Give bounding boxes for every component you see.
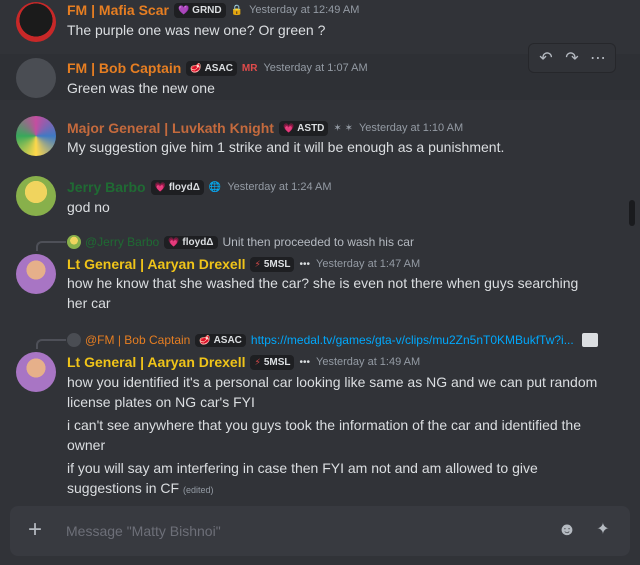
heart-icon: 💗 xyxy=(168,236,180,247)
reply-preview[interactable]: @FM | Bob Captain 🥩 ASAC https://medal.tv… xyxy=(67,333,598,347)
emoji-icon[interactable]: ☻ xyxy=(556,519,578,541)
add-attachment-icon[interactable]: + xyxy=(24,518,46,542)
role-badge: MR xyxy=(241,62,258,74)
username[interactable]: Jerry Barbo xyxy=(67,179,146,195)
server-tag[interactable]: 🥩 ASAC xyxy=(186,60,237,76)
message-mafia-scar: FM | Mafia Scar 💜 GRND 🔒 Yesterday at 12:… xyxy=(0,0,640,44)
globe-icon: 🌐 xyxy=(208,181,222,193)
forward-icon[interactable]: ↷ xyxy=(559,45,585,71)
message-composer: + ☻ ✦ xyxy=(10,506,630,556)
server-tag[interactable]: 💗 ASTD xyxy=(278,120,329,136)
avatar[interactable] xyxy=(16,2,56,42)
image-icon xyxy=(581,333,598,347)
reply-text: Unit then proceeded to wash his car xyxy=(222,235,414,249)
reply-username[interactable]: @Jerry Barbo xyxy=(85,235,159,249)
reply-preview[interactable]: @Jerry Barbo 💗 floydΔ Unit then proceeded… xyxy=(67,235,414,249)
reply-link[interactable]: https://medal.tv/games/gta-v/clips/mu2Zn… xyxy=(251,333,574,347)
message-jerry-barbo: Jerry Barbo 💗 floydΔ 🌐 Yesterday at 1:24 … xyxy=(0,176,640,222)
username[interactable]: Major General | Luvkath Knight xyxy=(67,120,274,136)
message-text: Green was the new one xyxy=(67,80,215,96)
avatar[interactable] xyxy=(16,254,56,294)
reply-username[interactable]: @FM | Bob Captain xyxy=(85,333,190,347)
role-badge: ••• xyxy=(299,356,310,368)
message-aaryan-1: @Jerry Barbo 💗 floydΔ Unit then proceeded… xyxy=(0,234,640,314)
username[interactable]: Lt General | Aaryan Drexell xyxy=(67,256,245,272)
reply-icon[interactable]: ↶ xyxy=(533,45,559,71)
reply-avatar xyxy=(67,333,81,347)
reply-spine xyxy=(36,241,66,251)
message-text: how you identified it's a personal car l… xyxy=(67,374,598,410)
server-tag[interactable]: 💜 GRND xyxy=(173,2,226,18)
message-line: if you will say am interfering in case t… xyxy=(67,460,538,496)
timestamp: Yesterday at 1:10 AM xyxy=(358,122,464,134)
server-tag[interactable]: ⚡ 5MSL xyxy=(250,256,295,272)
edited-label: (edited) xyxy=(182,485,214,495)
avatar[interactable] xyxy=(16,58,56,98)
timestamp: Yesterday at 12:49 AM xyxy=(249,4,360,16)
message-text: i can't see anywhere that you guys took … xyxy=(67,417,581,453)
avatar[interactable] xyxy=(16,116,56,156)
timestamp: Yesterday at 1:24 AM xyxy=(227,181,332,193)
more-icon[interactable]: ⋯ xyxy=(585,45,611,71)
scrollbar-thumb[interactable] xyxy=(629,200,635,226)
username[interactable]: FM | Bob Captain xyxy=(67,60,181,76)
apps-icon[interactable]: ✦ xyxy=(592,519,614,541)
message-text: god no xyxy=(67,199,110,215)
username[interactable]: FM | Mafia Scar xyxy=(67,2,169,18)
message-aaryan-2: @FM | Bob Captain 🥩 ASAC https://medal.tv… xyxy=(0,332,640,500)
server-tag[interactable]: 💗 floydΔ xyxy=(150,179,204,195)
avatar[interactable] xyxy=(16,352,56,392)
message-luvkath: Major General | Luvkath Knight 💗 ASTD ✶ ✶… xyxy=(0,116,640,162)
username[interactable]: Lt General | Aaryan Drexell xyxy=(67,354,245,370)
message-text: how he know that she washed the car? she… xyxy=(67,275,579,311)
message-input[interactable] xyxy=(66,520,526,542)
reply-avatar xyxy=(67,235,81,249)
timestamp: Yesterday at 1:49 AM xyxy=(316,356,421,368)
timestamp: Yesterday at 1:07 AM xyxy=(263,62,368,74)
message-toolbar: ↶ ↷ ⋯ xyxy=(528,43,616,73)
steak-icon: 🥩 xyxy=(199,334,211,345)
timestamp: Yesterday at 1:47 AM xyxy=(316,258,421,270)
avatar[interactable] xyxy=(16,176,56,216)
reply-tag: 💗 floydΔ xyxy=(164,235,218,249)
role-badge: ••• xyxy=(299,258,310,270)
message-text: if you will say am interfering in case t… xyxy=(67,458,600,500)
message-text: My suggestion give him 1 strike and it w… xyxy=(67,139,505,155)
reply-tag: 🥩 ASAC xyxy=(195,333,246,347)
lock-icon: 🔒 xyxy=(230,4,244,16)
server-tag[interactable]: ⚡ 5MSL xyxy=(250,354,295,370)
message-text: The purple one was new one? Or green ? xyxy=(67,22,326,38)
role-badge: ✶ ✶ xyxy=(333,122,353,134)
reply-spine xyxy=(36,339,66,349)
